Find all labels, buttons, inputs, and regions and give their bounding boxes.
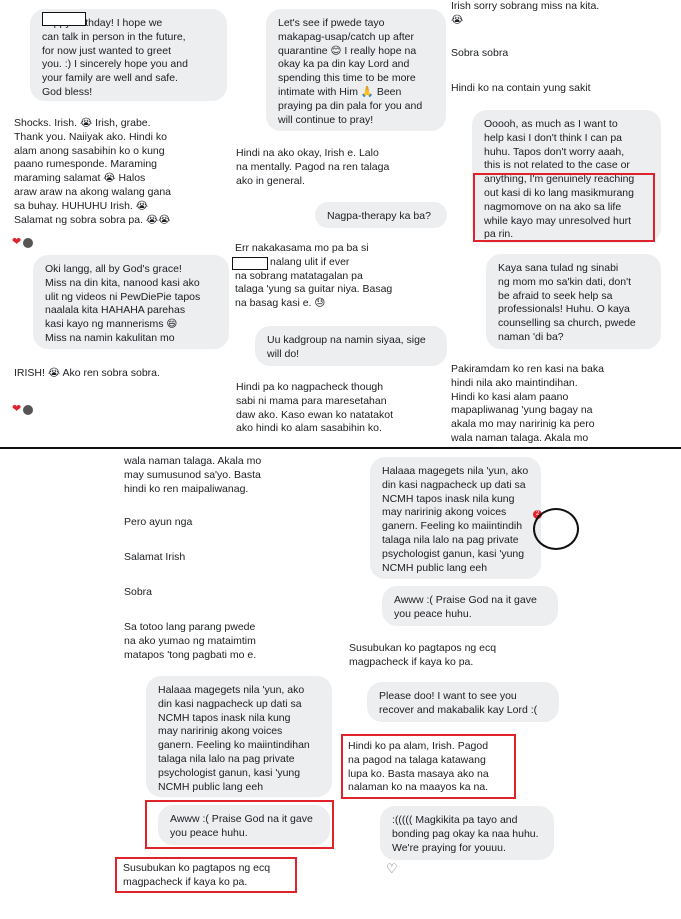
message-text: Sobra sobra xyxy=(451,47,509,59)
annotation-highlight xyxy=(145,800,334,849)
react-heart-icon[interactable]: ♡ xyxy=(386,862,398,876)
message-bubble: Let's see if pwede tayo makapag-usap/cat… xyxy=(266,9,446,131)
annotation-highlight xyxy=(473,173,655,242)
message-text: Pero ayun nga xyxy=(124,516,193,528)
message-bubble: Please doo! I want to see you recover an… xyxy=(367,682,559,722)
message-text: Shocks. Irish. 😭 Irish, grabe. Thank you… xyxy=(14,117,172,226)
message-text: Pakiramdam ko ren kasi na baka hindi nil… xyxy=(451,363,604,444)
message-bubble: :((((( Magkikita pa tayo and bonding pag… xyxy=(380,806,554,860)
message-bubble: Halaaa magegets nila 'yun, ako din kasi … xyxy=(146,676,332,797)
message-reactions: ❤ xyxy=(12,236,34,250)
message-text: Sa totoo lang parang pwede na ako yumao … xyxy=(124,621,257,661)
message-text: Hindi na ako okay, Irish e. Lalo na ment… xyxy=(236,147,390,187)
message-bubble: Halaaa magegets nila 'yun, ako din kasi … xyxy=(370,457,541,579)
annotation-highlight xyxy=(341,734,516,799)
message-bubble: Uu kadgroup na namin siyaa, sige will do… xyxy=(255,326,447,366)
message-text: Err nakakasama mo pa ba si Pasabi nalang… xyxy=(235,242,393,310)
message-text: Hindi ko na contain yung sakit xyxy=(451,82,591,94)
message-text: Hindi pa ko nagpacheck though sabi ni ma… xyxy=(236,381,394,435)
message-text: Sobra xyxy=(124,586,153,598)
annotation-circle xyxy=(533,508,579,550)
message-bubble: Awww :( Praise God na it gave you peace … xyxy=(382,586,558,626)
redacted-name xyxy=(232,257,268,270)
message-text: Irish sorry sobrang miss na kita. 😭 xyxy=(451,0,600,26)
message-text: wala naman talaga. Akala mo may sumusuno… xyxy=(124,455,262,495)
message-bubble: Oki langg, all by God's grace! Miss na d… xyxy=(33,255,229,349)
message-bubble: Nagpa-therapy ka ba? xyxy=(315,202,447,228)
heart-icon: ❤ xyxy=(12,403,22,415)
annotation-highlight xyxy=(115,857,297,893)
message-reactions: ❤ xyxy=(12,403,34,417)
message-text: Susubukan ko pagtapos ng ecq magpacheck … xyxy=(349,642,497,668)
section-divider xyxy=(0,447,681,449)
avatar xyxy=(23,237,34,248)
message-text: IRISH! 😭 Ako ren sobra sobra. xyxy=(14,367,160,379)
redacted-name xyxy=(42,12,86,26)
avatar xyxy=(23,404,34,415)
heart-icon: ❤ xyxy=(12,236,22,248)
message-text: Salamat Irish xyxy=(124,551,186,563)
message-bubble: Kaya sana tulad ng sinabi ng mom mo sa'k… xyxy=(486,254,661,349)
